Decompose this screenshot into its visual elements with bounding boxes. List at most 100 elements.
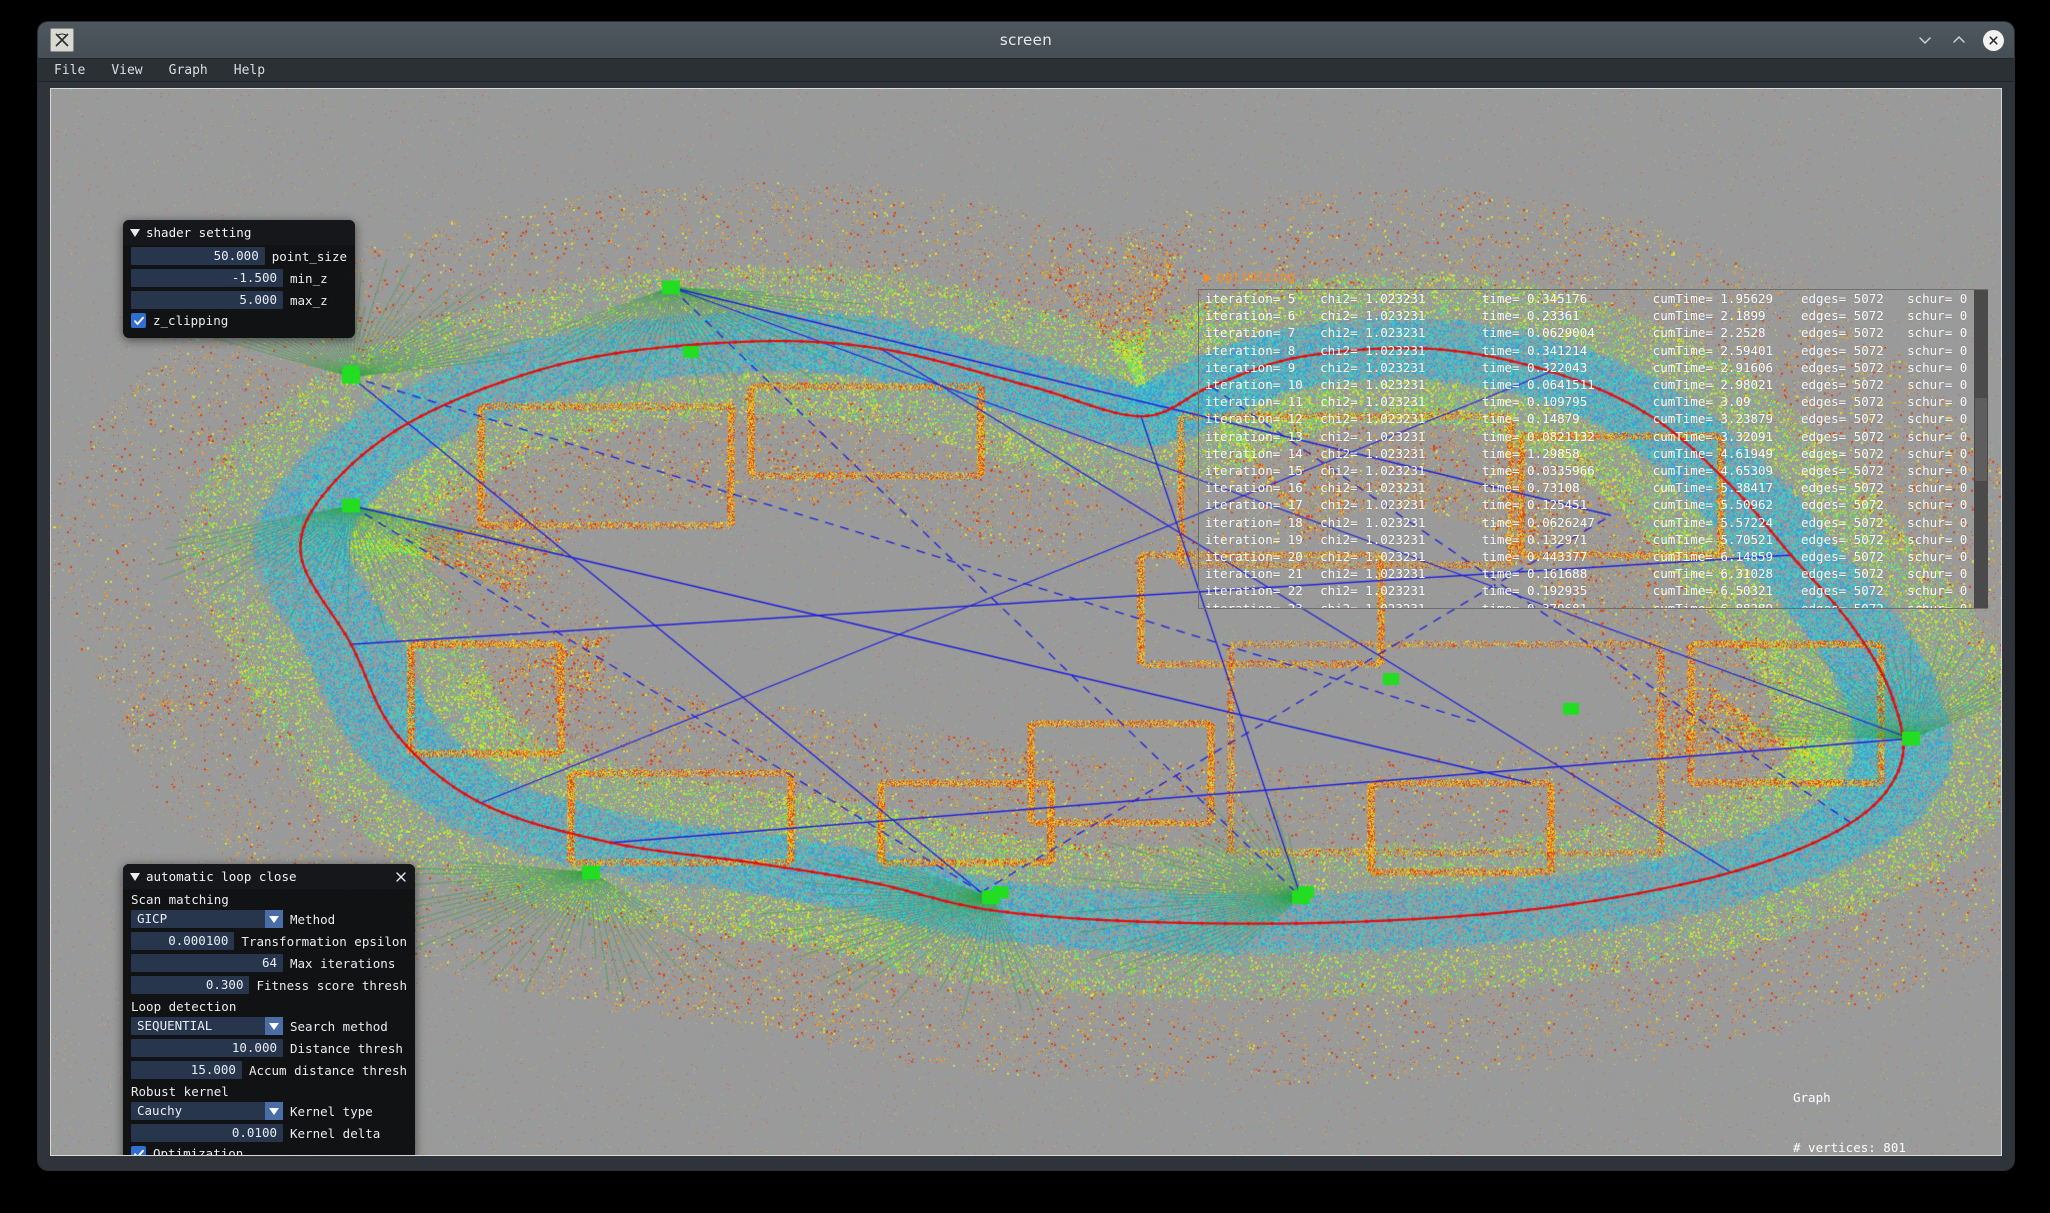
- log-line: iteration= 23 chi2= 1.023231 time= 0.37968…: [1199, 600, 1988, 608]
- log-col-time: time= 0.0641511: [1481, 377, 1595, 393]
- log-col-cumtime: cumTime= 5.70521: [1652, 531, 1774, 547]
- method-select[interactable]: GICP: [131, 910, 283, 928]
- log-scrollbar[interactable]: [1974, 290, 1988, 608]
- section-robust-kernel: Robust kernel: [131, 1084, 229, 1099]
- log-line: iteration= 7 chi2= 1.023231 time= 0.062900…: [1199, 324, 1988, 341]
- log-col-cumtime: cumTime= 6.31028: [1652, 566, 1774, 582]
- accum-distance-thresh-label: Accum distance thresh: [248, 1062, 407, 1078]
- close-icon[interactable]: [1983, 29, 2004, 51]
- distance-thresh-input[interactable]: 10.000: [131, 1039, 283, 1057]
- log-col-iteration: iteration= 20: [1205, 549, 1303, 565]
- log-col-chi2: chi2= 1.023231: [1320, 394, 1426, 410]
- log-col-chi2: chi2= 1.023231: [1320, 428, 1426, 444]
- log-col-iteration: iteration= 16: [1205, 480, 1303, 496]
- log-col-chi2: chi2= 1.023231: [1320, 514, 1426, 530]
- optimizing-log-titlebar[interactable]: optimizing: [1198, 270, 1798, 285]
- chevron-down-icon[interactable]: [265, 1102, 283, 1120]
- log-col-cumtime: cumTime= 3.23879: [1652, 411, 1774, 427]
- log-col-time: time= 0.345176: [1481, 291, 1588, 306]
- point-cloud-viewport[interactable]: shader setting 50.000 point_size -1.500 …: [50, 88, 2002, 1156]
- log-col-chi2: chi2= 1.023231: [1320, 445, 1426, 461]
- log-col-time: time= 0.341214: [1481, 342, 1588, 358]
- log-col-iteration: iteration= 11: [1205, 394, 1303, 410]
- max-iterations-input[interactable]: 64: [131, 954, 283, 972]
- max-z-input[interactable]: 5.000: [131, 291, 283, 309]
- log-line: iteration= 11 chi2= 1.023231 time= 0.10979…: [1199, 393, 1988, 410]
- chevron-down-icon[interactable]: [1915, 30, 1935, 50]
- shader-panel-titlebar[interactable]: shader setting: [123, 220, 355, 245]
- chevron-up-icon[interactable]: [1949, 30, 1969, 50]
- accum-distance-thresh-input[interactable]: 15.000: [131, 1061, 242, 1079]
- log-col-cumtime: cumTime= 1.95629: [1652, 291, 1774, 306]
- log-scrollbar-thumb[interactable]: [1975, 398, 1987, 481]
- collapse-triangle-icon[interactable]: [130, 872, 140, 881]
- z-clipping-label: z_clipping: [153, 313, 229, 328]
- log-col-chi2: chi2= 1.023231: [1320, 291, 1426, 306]
- section-scan-matching: Scan matching: [131, 892, 229, 907]
- log-col-edges: edges= 5072: [1801, 411, 1884, 427]
- min-z-input[interactable]: -1.500: [131, 269, 283, 287]
- automatic-loop-close-panel[interactable]: automatic loop close Scan matching GICP …: [123, 864, 415, 1155]
- kernel-type-value: Cauchy: [137, 1103, 183, 1118]
- log-col-cumtime: cumTime= 6.14859: [1652, 549, 1774, 565]
- collapse-triangle-icon[interactable]: [130, 228, 140, 237]
- application-window: screen File View Graph Help shader setti…: [38, 22, 2014, 1170]
- menu-item-graph[interactable]: Graph: [167, 62, 210, 79]
- search-method-select[interactable]: SEQUENTIAL: [131, 1017, 283, 1035]
- log-col-time: time= 0.14879: [1481, 411, 1580, 427]
- collapse-triangle-icon[interactable]: [1204, 272, 1211, 283]
- log-col-time: time= 0.132971: [1481, 531, 1588, 547]
- log-col-time: time= 0.0335966: [1481, 463, 1595, 479]
- close-icon[interactable]: [394, 870, 408, 884]
- min-z-label: min_z: [290, 270, 328, 286]
- log-line: iteration= 15 chi2= 1.023231 time= 0.03359…: [1199, 462, 1988, 479]
- log-col-time: time= 0.443377: [1481, 549, 1588, 565]
- menu-item-view[interactable]: View: [109, 62, 144, 79]
- point-size-input[interactable]: 50.000: [131, 247, 265, 265]
- z-clipping-checkbox[interactable]: [131, 313, 146, 328]
- log-col-time: time= 0.23361: [1481, 308, 1580, 324]
- log-col-iteration: iteration= 5: [1205, 291, 1296, 306]
- log-col-iteration: iteration= 17: [1205, 497, 1303, 513]
- loop-panel-titlebar[interactable]: automatic loop close: [123, 864, 415, 889]
- log-col-chi2: chi2= 1.023231: [1320, 463, 1426, 479]
- chevron-down-icon[interactable]: [265, 1017, 283, 1035]
- max-z-label: max_z: [290, 292, 328, 308]
- row-max-z: 5.000 max_z: [123, 289, 355, 311]
- method-value: GICP: [137, 911, 168, 926]
- log-col-iteration: iteration= 15: [1205, 463, 1303, 479]
- log-col-edges: edges= 5072: [1801, 291, 1884, 306]
- kernel-delta-input[interactable]: 0.0100: [131, 1124, 283, 1142]
- optimizing-log-window: optimizing iteration= 5 chi2= 1.023231 tim…: [1198, 270, 1988, 609]
- shader-setting-panel[interactable]: shader setting 50.000 point_size -1.500 …: [123, 220, 355, 338]
- transformation-epsilon-input[interactable]: 0.000100: [131, 932, 235, 950]
- log-col-chi2: chi2= 1.023231: [1320, 531, 1426, 547]
- log-line: iteration= 22 chi2= 1.023231 time= 0.19293…: [1199, 582, 1988, 599]
- log-col-chi2: chi2= 1.023231: [1320, 583, 1426, 599]
- log-line: iteration= 16 chi2= 1.023231 time= 0.73108…: [1199, 479, 1988, 496]
- log-line-list: iteration= 5 chi2= 1.023231 time= 0.345176…: [1199, 290, 1988, 608]
- row-kernel-delta: 0.0100 Kernel delta: [123, 1122, 415, 1144]
- fitness-score-thresh-input[interactable]: 0.300: [131, 976, 250, 994]
- log-col-edges: edges= 5072: [1801, 497, 1884, 513]
- optimizing-log-title: optimizing: [1217, 270, 1296, 285]
- row-kernel-type: Cauchy Kernel type: [123, 1100, 415, 1122]
- log-line: iteration= 6 chi2= 1.023231 time= 0.23361 c…: [1199, 307, 1988, 324]
- graph-stats-heading: Graph: [1793, 1090, 1831, 1105]
- log-col-chi2: chi2= 1.023231: [1320, 549, 1426, 565]
- search-method-label: Search method: [290, 1018, 388, 1034]
- optimization-checkbox[interactable]: [131, 1146, 146, 1155]
- menu-item-help[interactable]: Help: [232, 62, 267, 79]
- search-method-value: SEQUENTIAL: [137, 1018, 213, 1033]
- log-col-iteration: iteration= 13: [1205, 428, 1303, 444]
- chevron-down-icon[interactable]: [265, 910, 283, 928]
- log-col-iteration: iteration= 22: [1205, 583, 1303, 599]
- kernel-type-label: Kernel type: [290, 1103, 373, 1119]
- kernel-type-select[interactable]: Cauchy: [131, 1102, 283, 1120]
- log-col-iteration: iteration= 21: [1205, 566, 1303, 582]
- log-col-iteration: iteration= 18: [1205, 514, 1303, 530]
- distance-thresh-label: Distance thresh: [290, 1040, 403, 1056]
- log-col-iteration: iteration= 10: [1205, 377, 1303, 393]
- menu-item-file[interactable]: File: [52, 62, 87, 79]
- optimizing-log-body[interactable]: iteration= 5 chi2= 1.023231 time= 0.345176…: [1198, 289, 1988, 609]
